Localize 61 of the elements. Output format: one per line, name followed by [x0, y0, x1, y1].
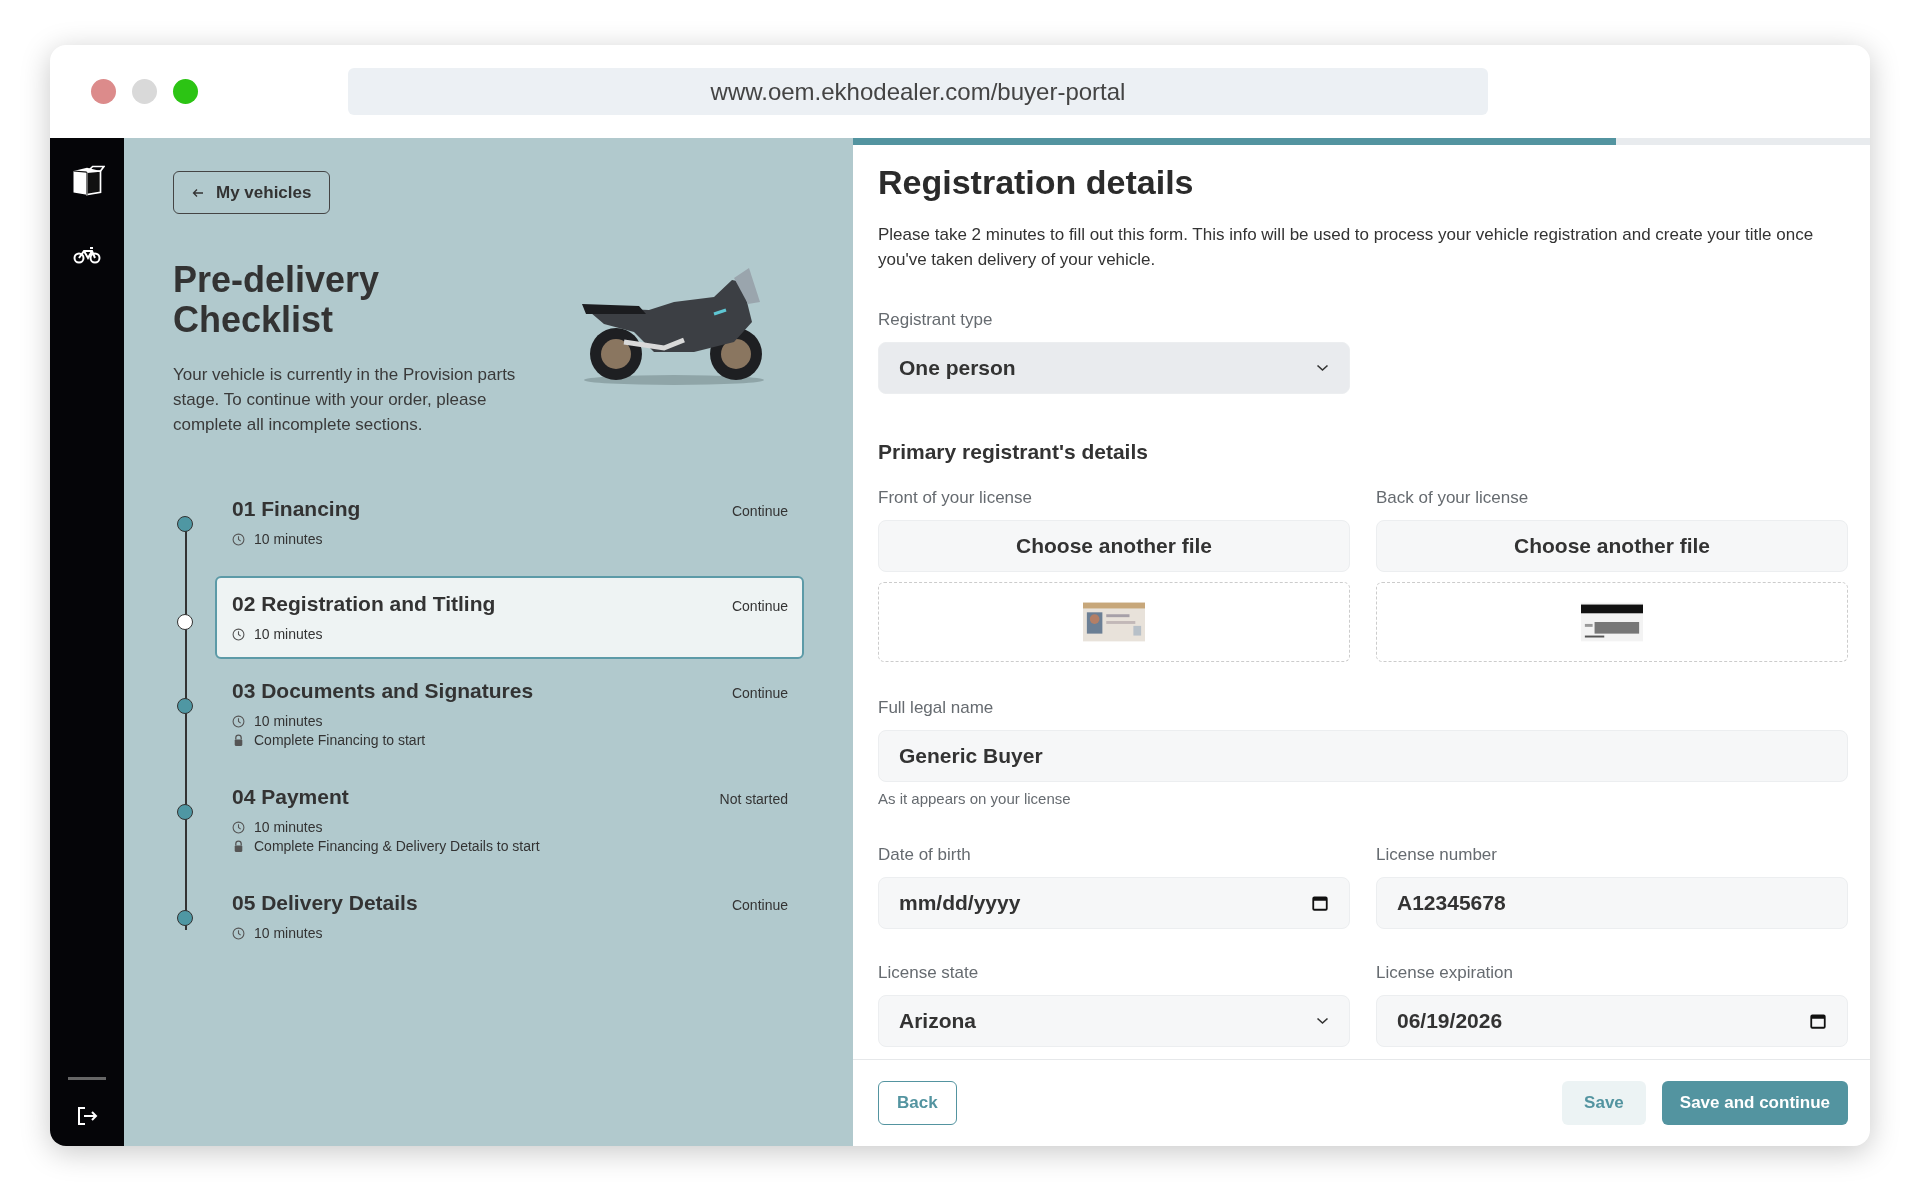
step-status: Not started [719, 791, 788, 807]
calendar-icon [1311, 894, 1329, 912]
license-number-field[interactable]: A12345678 [1376, 877, 1848, 929]
close-button[interactable] [91, 79, 116, 104]
bicycle-icon[interactable] [73, 246, 101, 264]
chevron-down-icon [1316, 1017, 1329, 1025]
checklist-title: Pre-delivery Checklist [173, 260, 381, 340]
chevron-down-icon [1316, 364, 1329, 372]
step-duration: 10 minutes [254, 531, 323, 547]
step-status: Continue [731, 503, 788, 519]
clock-icon [232, 532, 245, 546]
step-duration: 10 minutes [254, 819, 323, 835]
full-name-field[interactable]: Generic Buyer [878, 730, 1848, 782]
clock-icon [232, 926, 245, 940]
clock-icon [232, 627, 245, 641]
license-expiration-field[interactable]: 06/19/2026 [1376, 995, 1848, 1047]
checklist-step[interactable]: 04 Payment Not started 10 minutes Complete Financing & Delivery Details to start [215, 777, 804, 871]
form-intro: Please take 2 minutes to fill out this form. This info will be used to process your vehicle registration and create your title once you've taken delivery of your vehicle. [878, 224, 1815, 271]
step-lock-note: Complete Financing & Delivery Details to start [254, 838, 540, 854]
clock-icon [232, 820, 245, 834]
step-title: 02 Registration and Titling [232, 592, 496, 616]
step-lock-note: Complete Financing to start [254, 732, 426, 748]
choose-file-button[interactable]: Choose another file [878, 520, 1350, 572]
section-title: Primary registrant's details [878, 440, 1148, 464]
step-duration: 10 minutes [254, 925, 323, 941]
field-label: License expiration [1376, 963, 1514, 983]
lock-icon [232, 839, 245, 853]
step-status: Continue [731, 598, 788, 614]
logout-icon[interactable] [75, 1104, 99, 1128]
step-title: 03 Documents and Signatures [232, 679, 534, 703]
field-label: Back of your license [1376, 488, 1529, 508]
field-label: License state [878, 963, 979, 983]
registrant-type-dropdown[interactable]: One person [878, 342, 1350, 394]
choose-file-button[interactable]: Choose another file [1376, 520, 1848, 572]
field-label: License number [1376, 845, 1497, 865]
address-bar[interactable]: www.oem.ekhodealer.com/buyer-portal [348, 68, 1488, 115]
step-status: Continue [731, 685, 788, 701]
step-title: 04 Payment [232, 785, 349, 809]
field-label: Full legal name [878, 698, 994, 718]
license-state-dropdown[interactable]: Arizona [878, 995, 1350, 1047]
form-title: Registration details [878, 163, 1194, 202]
field-label: Front of your license [878, 488, 1032, 508]
checklist-step[interactable]: 01 Financing Continue 10 minutes [215, 489, 804, 564]
step-title: 01 Financing [232, 497, 361, 521]
calendar-icon [1809, 1012, 1827, 1030]
step-duration: 10 minutes [254, 626, 323, 642]
field-label: Date of birth [878, 845, 971, 865]
field-label: Registrant type [878, 310, 993, 330]
checklist-step[interactable]: 05 Delivery Details Continue 10 minutes [215, 883, 804, 958]
step-duration: 10 minutes [254, 713, 323, 729]
date-of-birth-field[interactable]: mm/dd/yyyy [878, 877, 1350, 929]
clock-icon [232, 714, 245, 728]
lock-icon [232, 733, 245, 747]
checklist-description: Your vehicle is currently in the Provision parts stage. To continue with your order, please complete all incomplete sections. [173, 364, 517, 436]
back-link[interactable]: My vehicles [173, 171, 331, 214]
step-status: Continue [731, 897, 788, 913]
arrow-left-icon [192, 187, 204, 198]
field-hint: As it appears on your license [878, 790, 1071, 807]
step-title: 05 Delivery Details [232, 891, 418, 915]
checklist-step[interactable]: 03 Documents and Signatures Continue 10 minutes Complete Financing to start [215, 671, 804, 765]
checklist-step[interactable]: 02 Registration and Titling Continue 10 minutes [215, 576, 804, 659]
